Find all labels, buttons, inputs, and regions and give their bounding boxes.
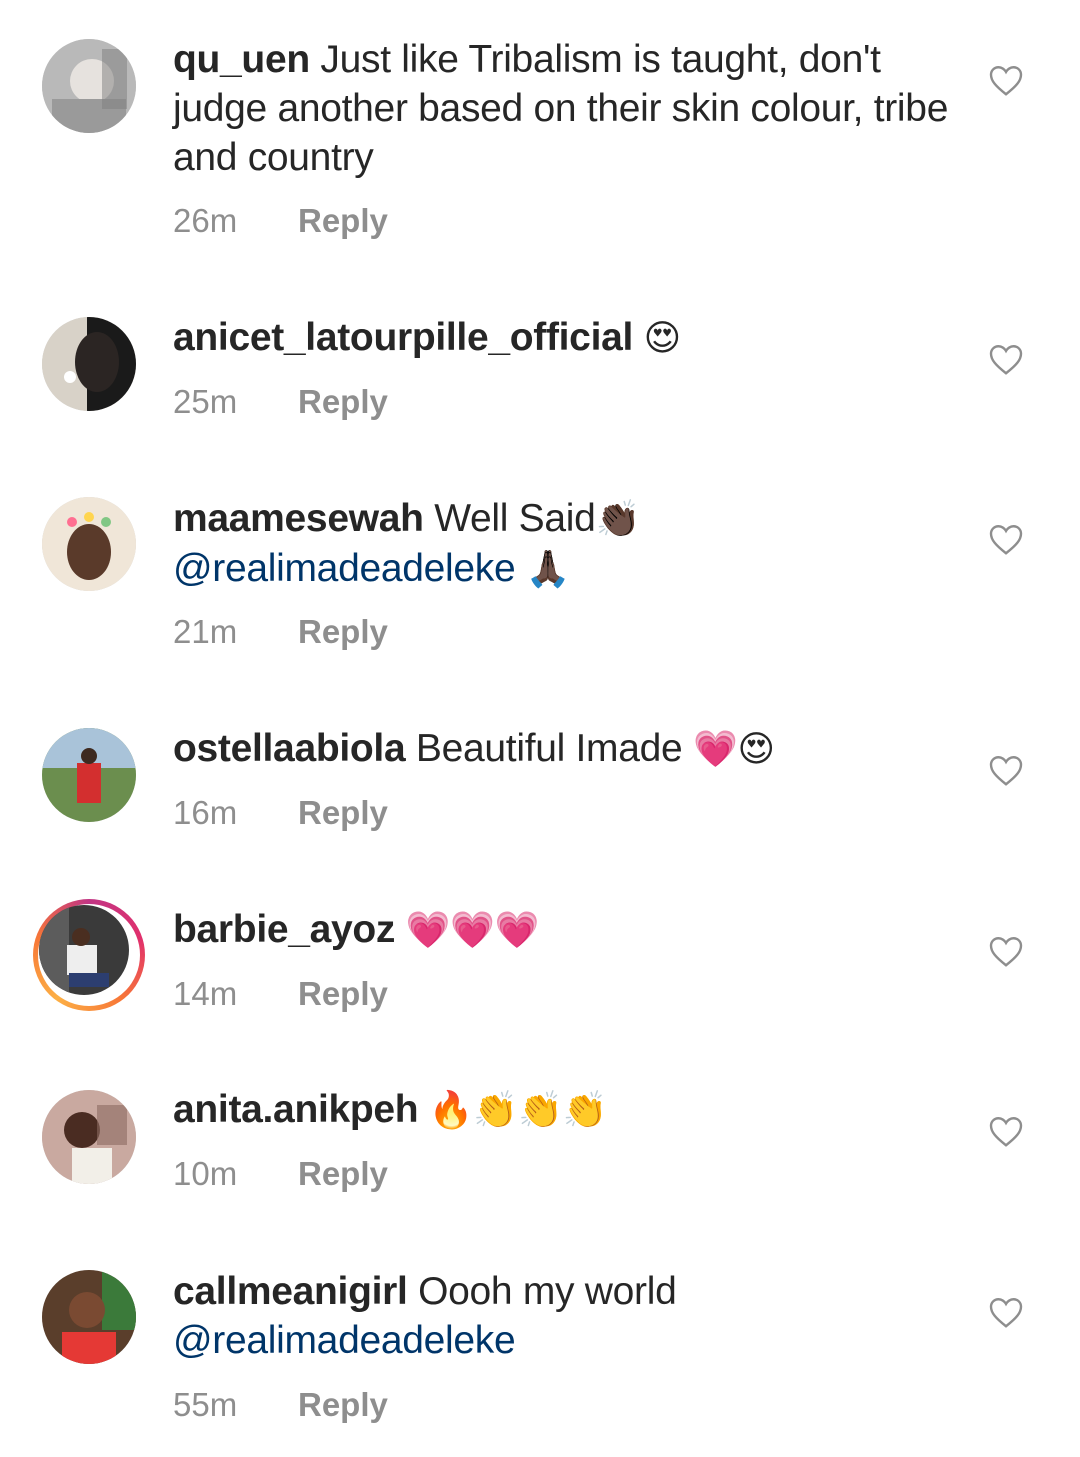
avatar[interactable] bbox=[42, 1270, 136, 1364]
comment-meta: 55m Reply bbox=[173, 1385, 388, 1425]
comment-meta: 25m Reply bbox=[173, 382, 388, 422]
avatar[interactable] bbox=[42, 317, 136, 411]
comment-body: Well Said bbox=[434, 497, 596, 540]
comment-meta: 21m Reply bbox=[173, 612, 388, 652]
comment-emoji: 💗💗💗 bbox=[405, 910, 540, 951]
heart-outline-icon[interactable] bbox=[988, 1295, 1024, 1329]
comment-time: 16m bbox=[173, 794, 238, 831]
reply-button[interactable]: Reply bbox=[298, 383, 388, 420]
comment-emoji: 👏🏿 bbox=[595, 499, 641, 540]
comment-emoji: 💗😍 bbox=[692, 729, 775, 770]
heart-outline-icon[interactable] bbox=[988, 1114, 1024, 1148]
comment-emoji: 🔥👏👏👏 bbox=[428, 1090, 607, 1131]
comment-emoji: 🙏🏿 bbox=[525, 549, 571, 590]
comment-time: 14m bbox=[173, 975, 238, 1012]
comment-text: anita.anikpeh 🔥👏👏👏 bbox=[173, 1085, 963, 1135]
reply-button[interactable]: Reply bbox=[298, 202, 388, 239]
comment-text: maamesewah Well Said👏🏿 @realimadeadeleke… bbox=[173, 494, 963, 594]
comment-time: 55m bbox=[173, 1386, 238, 1423]
comment-username[interactable]: maamesewah bbox=[173, 497, 424, 540]
avatar[interactable] bbox=[42, 728, 136, 822]
comment-username[interactable]: anicet_latourpille_official bbox=[173, 316, 633, 359]
comment-username[interactable]: anita.anikpeh bbox=[173, 1088, 419, 1131]
comment-username[interactable]: callmeanigirl bbox=[173, 1270, 408, 1313]
comment-meta: 26m Reply bbox=[173, 201, 388, 241]
heart-outline-icon[interactable] bbox=[988, 342, 1024, 376]
comment-text: qu_uen Just like Tribalism is taught, do… bbox=[173, 35, 963, 182]
heart-outline-icon[interactable] bbox=[988, 934, 1024, 968]
avatar[interactable] bbox=[42, 39, 136, 133]
heart-outline-icon[interactable] bbox=[988, 63, 1024, 97]
comment-text: callmeanigirl Oooh my world @realimadead… bbox=[173, 1267, 963, 1365]
comment-time: 21m bbox=[173, 613, 238, 650]
comment-time: 25m bbox=[173, 383, 238, 420]
comment-time: 10m bbox=[173, 1155, 238, 1192]
comment-text: anicet_latourpille_official 😍 bbox=[173, 313, 963, 363]
avatar bbox=[39, 905, 129, 995]
comment-body: Beautiful Imade bbox=[415, 727, 683, 770]
comment-meta: 16m Reply bbox=[173, 793, 388, 833]
heart-outline-icon[interactable] bbox=[988, 522, 1024, 556]
reply-button[interactable]: Reply bbox=[298, 613, 388, 650]
heart-outline-icon[interactable] bbox=[988, 753, 1024, 787]
comment-meta: 14m Reply bbox=[173, 974, 388, 1014]
comment-username[interactable]: ostellaabiola bbox=[173, 727, 406, 770]
avatar[interactable] bbox=[42, 497, 136, 591]
comment-time: 26m bbox=[173, 202, 238, 239]
story-avatar[interactable] bbox=[33, 899, 145, 1011]
comment-mention[interactable]: @realimadeadeleke bbox=[173, 547, 516, 590]
comment-username[interactable]: barbie_ayoz bbox=[173, 908, 395, 951]
reply-button[interactable]: Reply bbox=[298, 1155, 388, 1192]
comment-text: ostellaabiola Beautiful Imade 💗😍 bbox=[173, 724, 963, 774]
reply-button[interactable]: Reply bbox=[298, 794, 388, 831]
comment-text: barbie_ayoz 💗💗💗 bbox=[173, 905, 963, 955]
comment-emoji: 😍 bbox=[643, 318, 682, 359]
reply-button[interactable]: Reply bbox=[298, 1386, 388, 1423]
comment-username[interactable]: qu_uen bbox=[173, 38, 310, 81]
avatar[interactable] bbox=[42, 1090, 136, 1184]
reply-button[interactable]: Reply bbox=[298, 975, 388, 1012]
comment-body: Oooh my world bbox=[418, 1270, 677, 1313]
comment-meta: 10m Reply bbox=[173, 1154, 388, 1194]
comment-mention[interactable]: @realimadeadeleke bbox=[173, 1319, 516, 1362]
